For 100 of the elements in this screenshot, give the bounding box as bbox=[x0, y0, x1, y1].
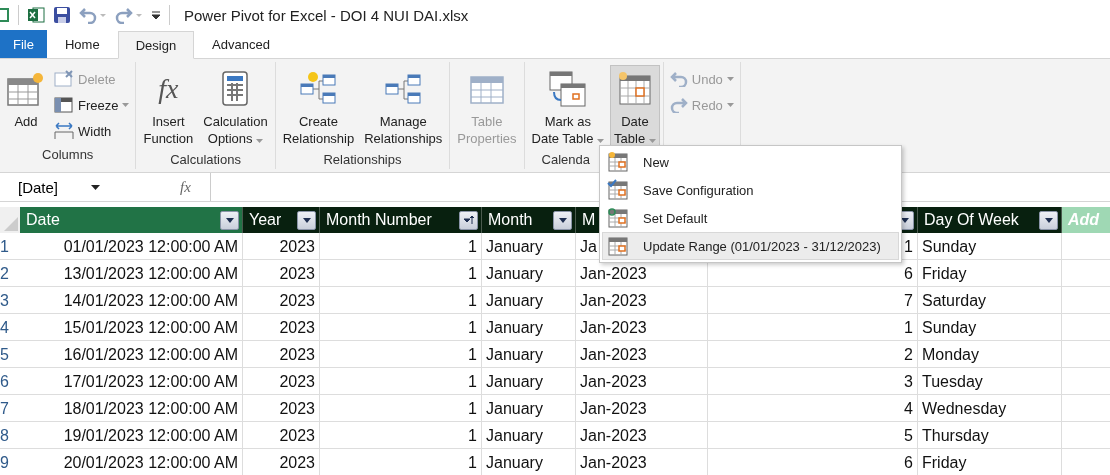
mark-date-table-icon bbox=[548, 70, 587, 108]
table-cell: Jan-2023 bbox=[576, 341, 708, 368]
add-column-icon bbox=[7, 71, 45, 107]
ribbon-tab[interactable]: Home bbox=[46, 30, 118, 58]
group-label: Relationships bbox=[323, 151, 402, 169]
column-header[interactable]: Year bbox=[243, 207, 320, 233]
ribbon-button[interactable]: Freeze bbox=[51, 93, 133, 117]
menu-item[interactable]: Set Default bbox=[602, 204, 899, 232]
table-cell: 2 bbox=[708, 341, 918, 368]
ribbon-button[interactable]: Mark as Date Table bbox=[527, 65, 609, 150]
table-cell: 19/01/2023 12:00:00 AM bbox=[20, 422, 243, 449]
table-cell: January bbox=[482, 233, 576, 260]
redo-icon[interactable] bbox=[115, 6, 143, 24]
column-header[interactable]: Month Number bbox=[320, 207, 482, 233]
filter-button[interactable] bbox=[297, 210, 316, 230]
ribbon-button[interactable]: Add bbox=[3, 65, 49, 145]
filter-button[interactable] bbox=[553, 210, 572, 230]
table-cell: Monday bbox=[918, 341, 1062, 368]
table-cell: January bbox=[482, 260, 576, 287]
table-cell: Jan-2023 bbox=[576, 422, 708, 449]
column-width-icon bbox=[54, 122, 74, 140]
caret-icon bbox=[223, 215, 236, 225]
fx-label[interactable]: fx bbox=[180, 173, 211, 201]
delete-column-icon bbox=[54, 70, 74, 88]
caret-icon bbox=[122, 103, 130, 107]
table-cell: 2023 bbox=[243, 260, 320, 287]
ribbon-tab[interactable]: Design bbox=[117, 31, 195, 59]
table-cell: January bbox=[482, 422, 576, 449]
table-cell: Sunday bbox=[918, 233, 1062, 260]
undo-icon[interactable] bbox=[79, 6, 107, 24]
table-cell: 5 bbox=[708, 422, 918, 449]
ribbon-button[interactable]: Calculation Options bbox=[199, 65, 272, 150]
file-tab[interactable]: File bbox=[0, 30, 47, 58]
table-cell: 01/01/2023 12:00:00 AM bbox=[20, 233, 243, 260]
table-cell: Jan-2023 bbox=[576, 395, 708, 422]
table-cell: Thursday bbox=[918, 422, 1062, 449]
table-cell: 2023 bbox=[243, 395, 320, 422]
save-icon[interactable] bbox=[53, 6, 71, 24]
filter-button[interactable] bbox=[220, 210, 239, 230]
table-cell: January bbox=[482, 341, 576, 368]
table-cell: 1 bbox=[320, 260, 482, 287]
redo-icon bbox=[669, 97, 688, 113]
table-cell: Sunday bbox=[918, 314, 1062, 341]
table-cell: 15/01/2023 12:00:00 AM bbox=[20, 314, 243, 341]
table-cell: 14/01/2023 12:00:00 AM bbox=[20, 287, 243, 314]
table-cell: 1 bbox=[320, 395, 482, 422]
sort-icon bbox=[462, 215, 475, 225]
table-cell: 2023 bbox=[243, 314, 320, 341]
customize-icon[interactable] bbox=[151, 10, 161, 20]
window-title: Power Pivot for Excel - DOI 4 NUI DAI.xlsx bbox=[184, 6, 469, 24]
table-cell: 1 bbox=[320, 368, 482, 395]
group-label: Columns bbox=[42, 146, 94, 164]
freeze-icon bbox=[54, 96, 74, 114]
table-cell: Tuesday bbox=[918, 368, 1062, 395]
excel-icon[interactable] bbox=[27, 6, 45, 24]
undo-icon bbox=[669, 71, 688, 87]
filter-button[interactable] bbox=[1039, 210, 1058, 230]
table-cell: 1 bbox=[320, 287, 482, 314]
table-cell: 2023 bbox=[243, 368, 320, 395]
table-cell: January bbox=[482, 287, 576, 314]
table-cell: January bbox=[482, 368, 576, 395]
create-relationship-icon bbox=[299, 71, 338, 107]
menu-item[interactable]: Update Range (01/01/2023 - 31/12/2023) bbox=[602, 232, 899, 260]
table-cell: Jan-2023 bbox=[576, 287, 708, 314]
column-header[interactable]: Date bbox=[20, 207, 243, 233]
ribbon-button[interactable]: Create Relationship bbox=[278, 65, 359, 150]
table-cell: 1 bbox=[320, 233, 482, 260]
table-cell: 1 bbox=[320, 341, 482, 368]
table-cell: 2023 bbox=[243, 233, 320, 260]
caret-icon bbox=[300, 215, 313, 225]
table-cell: 1 bbox=[320, 422, 482, 449]
table-cell: 1 bbox=[320, 314, 482, 341]
table-cell: Jan-2023 bbox=[576, 314, 708, 341]
menu-item[interactable]: New bbox=[602, 148, 899, 176]
menu-item[interactable]: Save Configuration bbox=[602, 176, 899, 204]
calculator-icon bbox=[220, 70, 251, 108]
ribbon-button[interactable]: fx Insert Function bbox=[139, 65, 198, 150]
table-cell: Wednesday bbox=[918, 395, 1062, 422]
caret-icon bbox=[1042, 215, 1055, 225]
table-cell: 2023 bbox=[243, 422, 320, 449]
name-box[interactable]: [Date] bbox=[0, 178, 180, 196]
sort-filter-button[interactable] bbox=[459, 210, 478, 230]
table-cell: 16/01/2023 12:00:00 AM bbox=[20, 341, 243, 368]
table-cell: 2023 bbox=[243, 341, 320, 368]
table-cell: 13/01/2023 12:00:00 AM bbox=[20, 260, 243, 287]
caret-icon bbox=[726, 77, 734, 81]
table-cell: Saturday bbox=[918, 287, 1062, 314]
ribbon-button[interactable]: Manage Relationships bbox=[360, 65, 447, 150]
caret-icon bbox=[648, 139, 656, 143]
column-header[interactable]: Month bbox=[482, 207, 576, 233]
group-label: Calenda bbox=[540, 151, 590, 169]
table-cell: 4 bbox=[708, 395, 918, 422]
ribbon-tab[interactable]: Advanced bbox=[194, 30, 288, 58]
caret-icon bbox=[726, 103, 734, 107]
table-cell: Friday bbox=[918, 260, 1062, 287]
ribbon-button[interactable]: Width bbox=[51, 119, 133, 143]
caret-icon bbox=[597, 139, 605, 143]
table-cell: January bbox=[482, 395, 576, 422]
column-header[interactable]: Day Of Week bbox=[918, 207, 1062, 233]
caret-icon bbox=[256, 139, 264, 143]
